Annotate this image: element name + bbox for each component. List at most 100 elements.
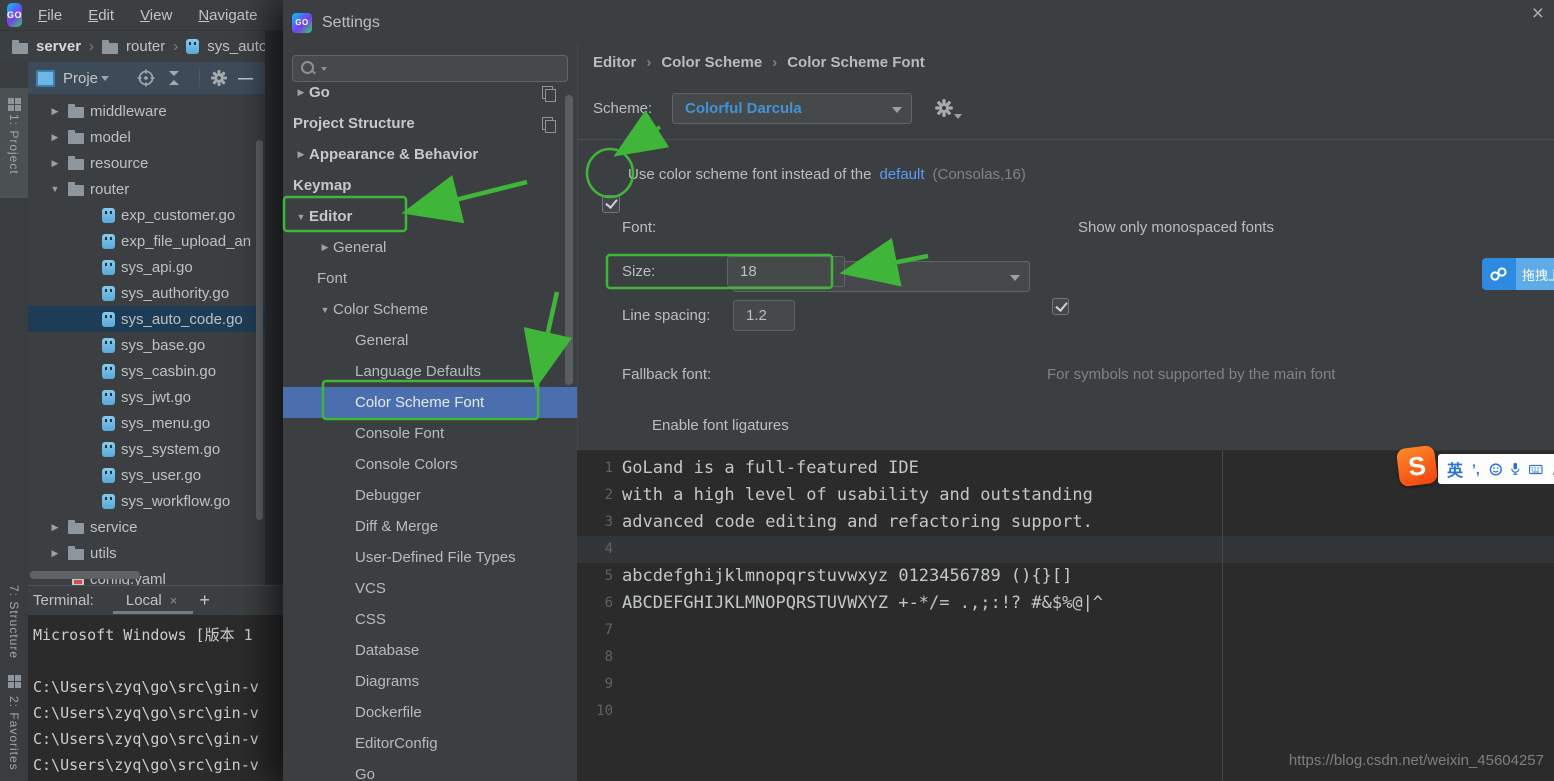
tree-item-sys-api-go[interactable]: sys_api.go (28, 254, 265, 280)
settings-item-label: Go (309, 86, 330, 101)
tree-item-service[interactable]: ▶service (28, 514, 265, 540)
settings-item-keymap[interactable]: Keymap (283, 170, 577, 201)
tree-item-sys-menu-go[interactable]: sys_menu.go (28, 410, 265, 436)
chevron-collapsed-icon[interactable]: ▶ (48, 158, 62, 169)
keyboard-icon[interactable] (1529, 463, 1543, 476)
terminal-output[interactable]: Microsoft Windows [版本 1C:\Users\zyq\go\s… (28, 615, 283, 781)
settings-item-font[interactable]: Font (283, 263, 577, 294)
settings-tree-scrollbar[interactable] (565, 95, 573, 385)
settings-item-general[interactable]: General (283, 325, 577, 356)
chevron-expanded-icon[interactable]: ▼ (317, 305, 333, 315)
sogou-punctuation-button[interactable]: ’, (1472, 461, 1480, 477)
settings-item-color-scheme[interactable]: ▼Color Scheme (283, 294, 577, 325)
chevron-collapsed-icon[interactable]: ▶ (48, 106, 62, 117)
use-scheme-font-checkbox[interactable] (602, 195, 620, 213)
scheme-gear-icon[interactable] (934, 98, 954, 118)
settings-search-input[interactable] (292, 55, 568, 82)
terminal-new-tab-button[interactable]: + (199, 590, 210, 611)
menu-item-view[interactable]: View (140, 7, 172, 24)
settings-item-appearance-behavior[interactable]: ▶Appearance & Behavior (283, 139, 577, 170)
go-icon (102, 442, 115, 457)
tree-item-sys-user-go[interactable]: sys_user.go (28, 462, 265, 488)
settings-item-css[interactable]: CSS (283, 604, 577, 635)
microphone-icon[interactable] (1511, 460, 1520, 478)
tree-item-exp-customer-go[interactable]: exp_customer.go (28, 202, 265, 228)
settings-item-label: VCS (355, 580, 386, 597)
chevron-collapsed-icon[interactable]: ▶ (48, 132, 62, 143)
chevron-collapsed-icon[interactable]: ▶ (48, 548, 62, 559)
terminal-tab-close-icon[interactable]: × (170, 593, 178, 608)
folder-icon (68, 185, 84, 196)
emoji-icon[interactable] (1489, 460, 1503, 479)
settings-item-go[interactable]: Go (283, 759, 577, 781)
settings-item-database[interactable]: Database (283, 635, 577, 666)
font-preview-editor[interactable]: 1GoLand is a full-featured IDE2with a hi… (577, 450, 1554, 781)
settings-item-project-structure[interactable]: Project Structure (283, 108, 577, 139)
tree-item-middleware[interactable]: ▶middleware (28, 98, 265, 124)
locate-icon[interactable] (137, 69, 155, 87)
hide-panel-icon[interactable]: — (238, 70, 253, 87)
settings-item-diff-merge[interactable]: Diff & Merge (283, 511, 577, 542)
chevron-expanded-icon[interactable]: ▼ (293, 212, 309, 222)
menu-item-file[interactable]: File (38, 7, 62, 24)
settings-item-editorconfig[interactable]: EditorConfig (283, 728, 577, 759)
tree-item-model[interactable]: ▶model (28, 124, 265, 150)
monospaced-checkbox[interactable] (1052, 298, 1069, 315)
menu-item-edit[interactable]: Edit (88, 7, 114, 24)
breadcrumb-item-server[interactable]: server (36, 38, 81, 55)
tree-item-utils[interactable]: ▶utils (28, 540, 265, 566)
stripe-tab-structure[interactable]: 7: Structure (7, 585, 21, 659)
chevron-collapsed-icon[interactable]: ▶ (48, 522, 62, 533)
collapse-all-icon[interactable] (167, 70, 181, 86)
settings-item-color-scheme-font[interactable]: Color Scheme Font (283, 387, 577, 418)
stripe-tab-project[interactable]: 1: Project (7, 114, 21, 175)
sogou-logo-icon[interactable]: S (1396, 445, 1438, 487)
tree-item-sys-workflow-go[interactable]: sys_workflow.go (28, 488, 265, 514)
project-panel-caret-icon[interactable] (101, 76, 109, 81)
tree-item-sys-base-go[interactable]: sys_base.go (28, 332, 265, 358)
tree-item-sys-authority-go[interactable]: sys_authority.go (28, 280, 265, 306)
breadcrumb-item-sys-auto[interactable]: sys_auto (207, 38, 267, 55)
sogou-mode-button[interactable]: 英 (1447, 457, 1463, 481)
restore-defaults-icon[interactable] (542, 117, 553, 130)
sogou-input-toolbar[interactable]: 英 ’, (1438, 454, 1554, 484)
tree-item-sys-jwt-go[interactable]: sys_jwt.go (28, 384, 265, 410)
settings-item-editor[interactable]: ▼Editor (283, 201, 577, 232)
chevron-collapsed-icon[interactable]: ▶ (293, 149, 309, 160)
chevron-expanded-icon[interactable]: ▼ (48, 184, 62, 194)
tree-item-router[interactable]: ▼router (28, 176, 265, 202)
settings-item-vcs[interactable]: VCS (283, 573, 577, 604)
tree-item-sys-system-go[interactable]: sys_system.go (28, 436, 265, 462)
stripe-tab-favorites[interactable]: 2: Favorites (7, 696, 21, 771)
baidu-netdisk-label: 拖拽上传 (1516, 258, 1554, 290)
settings-item-console-font[interactable]: Console Font (283, 418, 577, 449)
terminal-tab-local[interactable]: Local (126, 592, 162, 609)
settings-item-language-defaults[interactable]: Language Defaults (283, 356, 577, 387)
project-panel-title[interactable]: Proje (63, 70, 98, 87)
project-tree-vertical-scrollbar[interactable] (256, 140, 263, 520)
tree-item-sys-auto-code-go[interactable]: sys_auto_code.go (28, 306, 265, 332)
settings-item-user-defined-file-types[interactable]: User-Defined File Types (283, 542, 577, 573)
project-tree-horizontal-scrollbar[interactable] (30, 571, 140, 579)
restore-defaults-icon[interactable] (542, 86, 553, 99)
chevron-collapsed-icon[interactable]: ▶ (293, 87, 309, 98)
menu-item-navigate[interactable]: Navigate (198, 7, 257, 24)
scheme-select[interactable]: Colorful Darcula (672, 93, 912, 124)
gear-icon[interactable] (210, 69, 228, 87)
settings-item-general[interactable]: ▶General (283, 232, 577, 263)
settings-item-dockerfile[interactable]: Dockerfile (283, 697, 577, 728)
line-spacing-input[interactable]: 1.2 (733, 300, 795, 331)
chevron-collapsed-icon[interactable]: ▶ (317, 242, 333, 253)
tree-item-resource[interactable]: ▶resource (28, 150, 265, 176)
settings-item-debugger[interactable]: Debugger (283, 480, 577, 511)
settings-item-console-colors[interactable]: Console Colors (283, 449, 577, 480)
breadcrumb-item-router[interactable]: router (126, 38, 165, 55)
baidu-netdisk-widget[interactable]: 拖拽上传 (1482, 258, 1554, 290)
settings-item-diagrams[interactable]: Diagrams (283, 666, 577, 697)
settings-item-go[interactable]: ▶Go (283, 86, 577, 108)
tree-item-exp-file-upload-an[interactable]: exp_file_upload_an (28, 228, 265, 254)
tree-item-sys-casbin-go[interactable]: sys_casbin.go (28, 358, 265, 384)
default-link[interactable]: default (879, 166, 924, 183)
size-input[interactable]: 18 (727, 256, 845, 287)
close-icon[interactable]: × (1532, 2, 1544, 26)
